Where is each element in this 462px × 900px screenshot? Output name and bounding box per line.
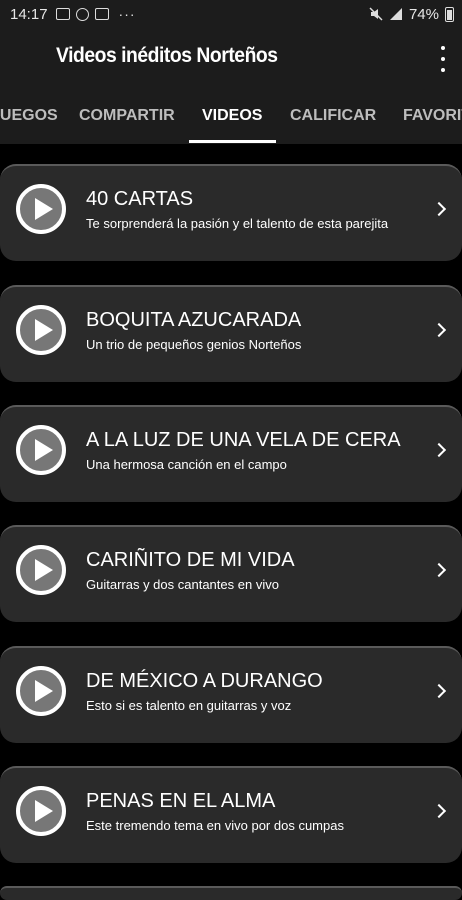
tab-bar: JUEGOS COMPARTIR VIDEOS CALIFICAR FAVORI… <box>0 88 462 144</box>
video-subtitle: Un trio de pequeños genios Norteños <box>86 337 302 352</box>
video-subtitle: Guitarras y dos cantantes en vivo <box>86 577 279 592</box>
play-icon[interactable] <box>16 184 66 234</box>
chevron-right-icon <box>431 683 447 699</box>
more-notifications-icon: ··· <box>118 6 136 22</box>
battery-icon <box>445 6 454 22</box>
app-bar: Videos inéditos Norteños <box>0 28 462 88</box>
status-time: 14:17 <box>10 5 48 23</box>
play-icon[interactable] <box>16 666 66 716</box>
signal-icon <box>389 8 402 20</box>
play-icon[interactable] <box>16 786 66 836</box>
video-list: 40 CARTAS Te sorprenderá la pasión y el … <box>0 144 462 900</box>
video-title: DE MÉXICO A DURANGO <box>86 670 323 692</box>
overflow-menu-icon[interactable] <box>438 46 448 72</box>
video-item[interactable]: CARIÑITO DE MI VIDA Guitarras y dos cant… <box>0 525 462 622</box>
chevron-right-icon <box>431 322 447 338</box>
tab-juegos[interactable]: JUEGOS <box>0 88 58 144</box>
video-subtitle: Este tremendo tema en vivo por dos cumpa… <box>86 818 344 833</box>
app-title: Videos inéditos Norteños <box>56 44 278 67</box>
video-item[interactable]: 40 CARTAS Te sorprenderá la pasión y el … <box>0 164 462 261</box>
video-title: A LA LUZ DE UNA VELA DE CERA <box>86 429 401 451</box>
video-subtitle: Te sorprenderá la pasión y el talento de… <box>86 216 389 231</box>
video-title: PENAS EN EL ALMA <box>86 790 276 812</box>
active-tab-indicator <box>189 140 276 143</box>
image-notification-icon <box>55 8 70 20</box>
chevron-right-icon <box>431 562 447 578</box>
video-subtitle: Una hermosa canción en el campo <box>86 457 287 472</box>
media-notification-icon <box>75 7 89 21</box>
video-title: CARIÑITO DE MI VIDA <box>86 549 295 571</box>
video-item[interactable]: A LA LUZ DE UNA VELA DE CERA Una hermosa… <box>0 405 462 502</box>
tab-compartir[interactable]: COMPARTIR <box>79 88 175 144</box>
video-title: 40 CARTAS <box>86 188 194 210</box>
mute-icon <box>369 7 383 21</box>
play-icon[interactable] <box>16 305 66 355</box>
notification-icons: ··· <box>55 6 136 22</box>
video-notification-icon <box>94 8 109 20</box>
video-subtitle: Esto si es talento en guitarras y voz <box>86 698 292 713</box>
chevron-right-icon <box>431 201 447 217</box>
tab-favoritos[interactable]: FAVORITOS <box>403 88 462 144</box>
video-item[interactable]: DE MÉXICO A DURANGO Esto si es talento e… <box>0 646 462 743</box>
video-item-partial[interactable] <box>0 886 462 900</box>
play-icon[interactable] <box>16 425 66 475</box>
play-icon[interactable] <box>16 545 66 595</box>
video-item[interactable]: BOQUITA AZUCARADA Un trio de pequeños ge… <box>0 285 462 382</box>
tab-calificar[interactable]: CALIFICAR <box>290 88 376 144</box>
chevron-right-icon <box>431 442 447 458</box>
status-bar: 14:17 ··· 74% <box>0 0 462 28</box>
chevron-right-icon <box>431 803 447 819</box>
video-item[interactable]: PENAS EN EL ALMA Este tremendo tema en v… <box>0 766 462 863</box>
battery-percent: 74% <box>408 5 439 23</box>
tab-videos[interactable]: VIDEOS <box>202 88 262 144</box>
video-title: BOQUITA AZUCARADA <box>86 309 302 331</box>
